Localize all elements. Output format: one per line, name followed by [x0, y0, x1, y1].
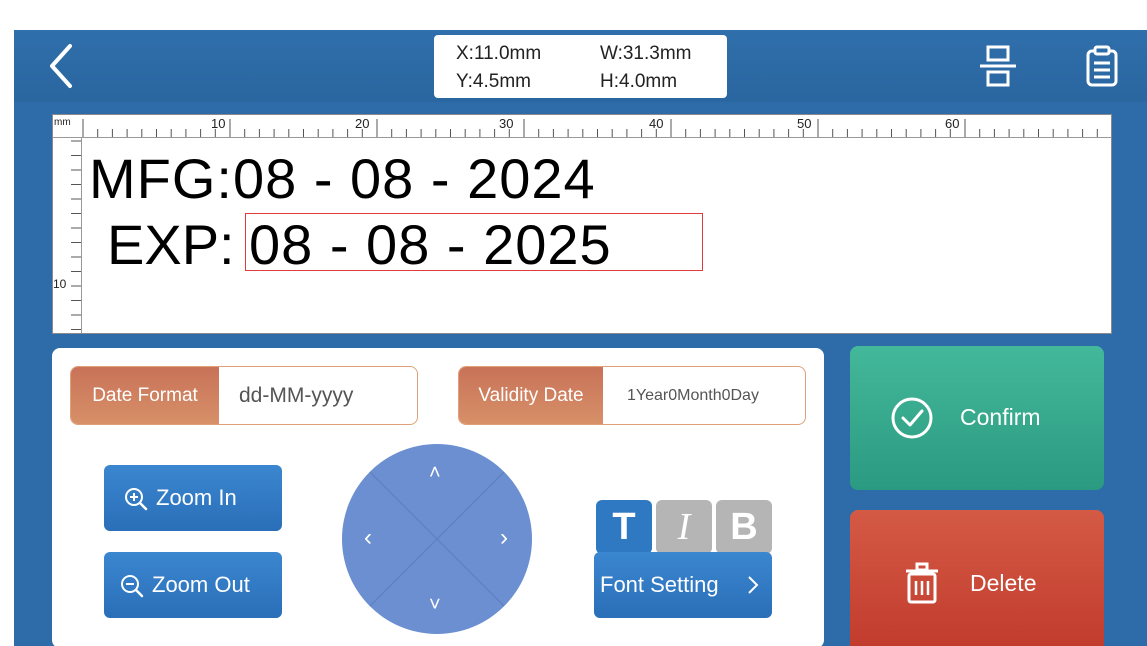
validity-date-label: Validity Date — [459, 367, 603, 424]
zoom-out-icon — [121, 575, 144, 598]
zoom-out-label: Zoom Out — [152, 572, 250, 597]
date-format-label: Date Format — [71, 367, 219, 424]
vertical-ruler: 10 — [53, 137, 82, 333]
dpad-left-arrow[interactable]: ‹ — [364, 524, 372, 552]
zoom-in-button[interactable]: Zoom In — [104, 465, 282, 531]
confirm-label: Confirm — [960, 404, 1041, 430]
confirm-button[interactable]: Confirm — [850, 346, 1104, 490]
zoom-in-label: Zoom In — [156, 485, 237, 510]
ruler-label-20: 20 — [355, 116, 370, 131]
delete-label: Delete — [970, 570, 1037, 596]
position-readout: X:11.0mm W:31.3mm Y:4.5mm H:4.0mm — [434, 35, 727, 98]
direction-pad[interactable]: ˄ ˅ ‹ › — [342, 444, 532, 634]
exp-label-text[interactable]: EXP: — [107, 217, 235, 273]
validity-date-field[interactable]: Validity Date 1Year0Month0Day — [458, 366, 806, 425]
horizontal-ruler: mm 10 20 30 40 50 60 — [53, 115, 1111, 138]
y-coordinate: Y:4.5mm — [456, 71, 531, 92]
print-preview-canvas[interactable]: mm 10 20 30 40 50 60 10 MFG:08 - 08 - 20… — [52, 114, 1112, 334]
font-normal-button[interactable]: T — [596, 500, 652, 554]
font-setting-label: Font Setting — [600, 572, 719, 597]
height-readout: H:4.0mm — [600, 71, 678, 92]
chevron-right-icon — [748, 576, 759, 594]
delete-button[interactable]: Delete — [850, 510, 1104, 646]
dpad-right-arrow[interactable]: › — [500, 524, 508, 552]
ruler-label-50: 50 — [797, 116, 812, 131]
ruler-label-40: 40 — [649, 116, 664, 131]
vertical-ruler-ticks — [71, 140, 81, 330]
dpad-down-arrow[interactable]: ˅ — [429, 594, 441, 617]
exp-date-text[interactable]: 08 - 08 - 2025 — [249, 217, 612, 273]
check-circle-icon — [891, 397, 933, 439]
zoom-out-button[interactable]: Zoom Out — [104, 552, 282, 618]
ruler-label-10: 10 — [211, 116, 226, 131]
app-frame: X:11.0mm W:31.3mm Y:4.5mm H:4.0mm mm 10 … — [14, 30, 1147, 646]
ruler-label-60: 60 — [945, 116, 960, 131]
vertical-ruler-label-10: 10 — [53, 277, 67, 291]
back-arrow-icon[interactable] — [42, 42, 82, 90]
ruler-label-30: 30 — [499, 116, 514, 131]
top-bar: X:11.0mm W:31.3mm Y:4.5mm H:4.0mm — [14, 30, 1147, 102]
font-bold-button[interactable]: B — [716, 500, 772, 554]
trash-icon — [906, 562, 938, 604]
x-coordinate: X:11.0mm — [456, 43, 542, 64]
font-italic-button[interactable]: I — [656, 500, 712, 554]
width-readout: W:31.3mm — [600, 43, 692, 64]
align-center-icon[interactable] — [978, 44, 1018, 88]
clipboard-list-icon[interactable] — [1082, 44, 1122, 88]
date-format-value[interactable]: dd-MM-yyyy — [239, 367, 353, 424]
font-setting-button[interactable]: Font Setting — [594, 552, 772, 618]
zoom-in-icon — [125, 488, 148, 511]
mfg-date-text[interactable]: MFG:08 - 08 - 2024 — [89, 151, 596, 207]
dpad-up-arrow[interactable]: ˄ — [429, 462, 441, 485]
validity-date-value[interactable]: 1Year0Month0Day — [627, 367, 759, 424]
date-format-field[interactable]: Date Format dd-MM-yyyy — [70, 366, 418, 425]
